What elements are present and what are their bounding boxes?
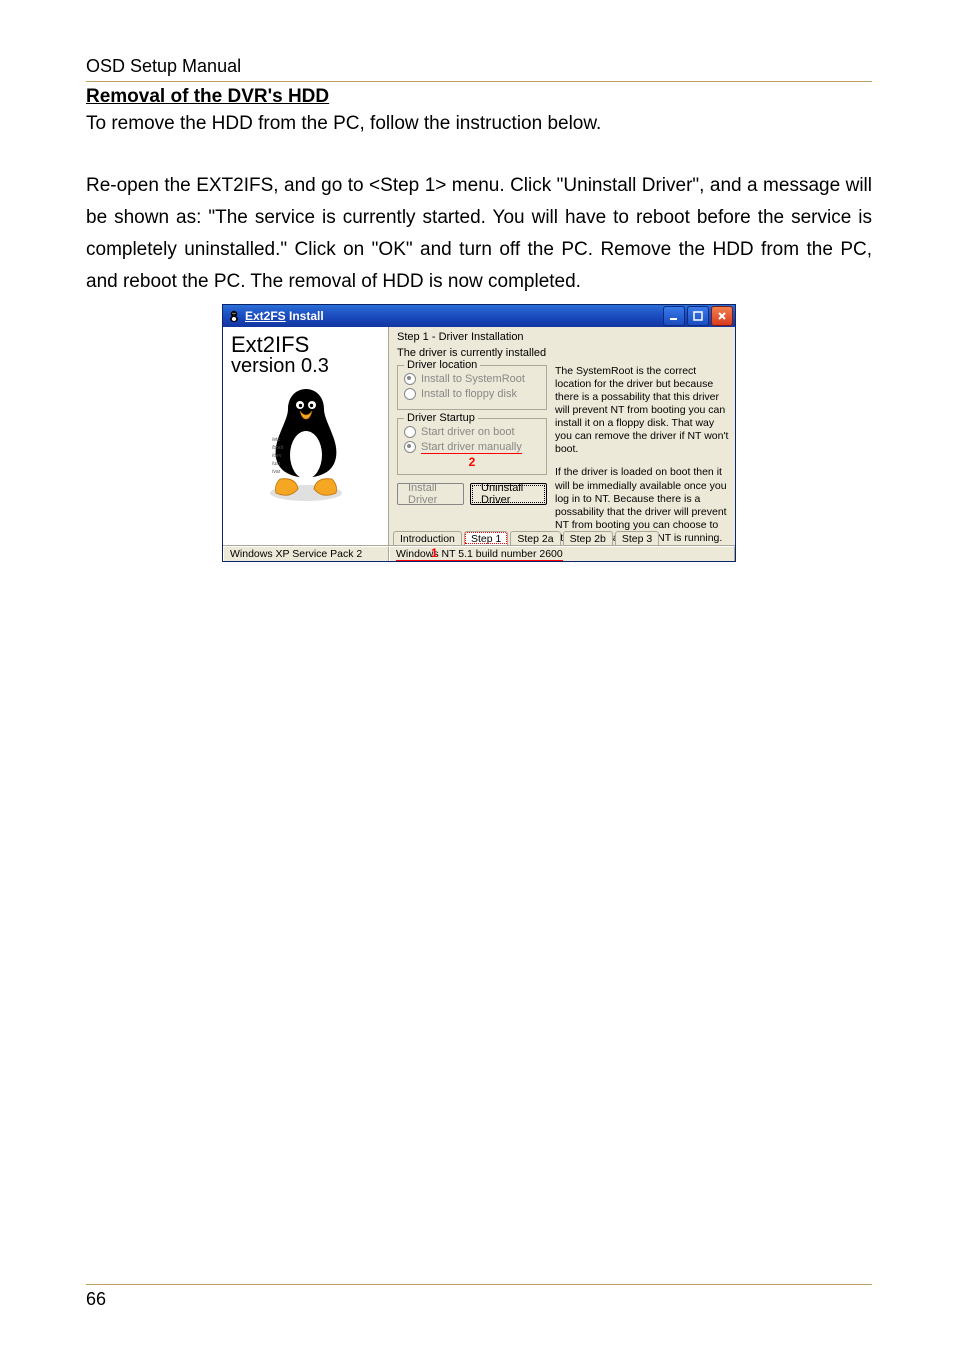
ext2fs-install-window: Ext2FS Install Ext2IFS version 0.3: [222, 304, 736, 562]
doc-header: OSD Setup Manual: [86, 56, 872, 77]
status-os: Windows XP Service Pack 2: [223, 546, 389, 561]
page-number: 66: [86, 1289, 872, 1310]
header-rule: [86, 81, 872, 82]
radio-icon: [404, 426, 416, 438]
app-name-line2: version 0.3: [231, 356, 380, 377]
radio-install-floppy[interactable]: Install to floppy disk: [404, 388, 540, 400]
maximize-button[interactable]: [687, 306, 709, 326]
step-subheading: The driver is currently installed: [397, 347, 729, 359]
driver-startup-legend: Driver Startup: [404, 412, 478, 424]
step-heading: Step 1 - Driver Installation: [397, 331, 729, 343]
location-description: The SystemRoot is the correct location f…: [555, 365, 729, 457]
radio-icon: [404, 441, 416, 453]
tab-step-2b[interactable]: Step 2b: [563, 531, 613, 545]
annotation-1: 1: [431, 547, 729, 559]
annotation-2: 2: [404, 456, 540, 468]
radio-icon: [404, 388, 416, 400]
driver-location-legend: Driver location: [404, 359, 480, 371]
instructions-paragraph: Re-open the EXT2IFS, and go to <Step 1> …: [86, 170, 872, 298]
radio-start-manually[interactable]: Start driver manually: [404, 441, 540, 453]
svg-text:/boot: /boot: [272, 445, 284, 451]
svg-text:/usr: /usr: [272, 461, 281, 467]
svg-text:/etc: /etc: [272, 437, 281, 443]
step-tabs: Introduction Step 1 Step 2a Step 2b Step…: [389, 531, 735, 545]
close-button[interactable]: [711, 306, 733, 326]
tab-step-1[interactable]: Step 1: [464, 531, 508, 545]
driver-startup-group: Driver Startup Start driver on boot Star…: [397, 418, 547, 475]
section-title: Removal of the DVR's HDD: [86, 86, 872, 108]
driver-location-group: Driver location Install to SystemRoot In…: [397, 365, 547, 410]
radio-install-systemroot[interactable]: Install to SystemRoot: [404, 373, 540, 385]
tab-step-3[interactable]: Step 3: [615, 531, 659, 545]
uninstall-driver-button[interactable]: Uninstall Driver: [470, 483, 547, 505]
penguin-app-icon: [227, 309, 241, 323]
window-titlebar[interactable]: Ext2FS Install: [223, 305, 735, 327]
footer-rule: [86, 1284, 872, 1285]
minimize-button[interactable]: [663, 306, 685, 326]
svg-text:/var: /var: [272, 469, 281, 475]
tab-step-2a[interactable]: Step 2a: [510, 531, 560, 545]
svg-text:/dev: /dev: [272, 453, 282, 459]
tab-introduction[interactable]: Introduction: [393, 531, 462, 545]
intro-paragraph: To remove the HDD from the PC, follow th…: [86, 108, 872, 140]
radio-icon: [404, 373, 416, 385]
install-driver-button[interactable]: Install Driver: [397, 483, 464, 505]
radio-start-on-boot[interactable]: Start driver on boot: [404, 426, 540, 438]
window-title: Ext2FS Install: [245, 309, 324, 323]
app-name-line1: Ext2IFS: [231, 333, 380, 356]
screenshot-figure: Ext2FS Install Ext2IFS version 0.3: [86, 304, 872, 562]
tux-icon: /etc/boot /dev/usr/var: [231, 383, 380, 503]
